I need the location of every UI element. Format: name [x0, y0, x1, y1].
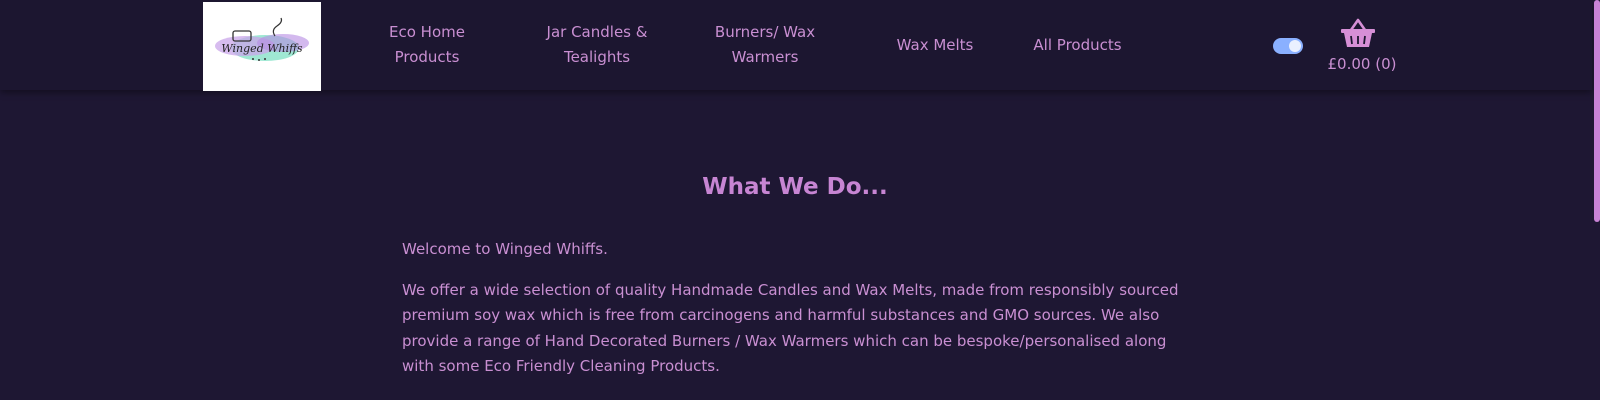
scrollbar-thumb[interactable]: [1594, 0, 1600, 222]
logo-artwork: Winged Whiffs: [215, 17, 309, 61]
nav-label: Wax Melts: [896, 35, 974, 54]
page-title: What We Do...: [702, 174, 888, 200]
nav-label: Eco Home Products: [389, 23, 465, 66]
nav-label: Burners/ Wax Warmers: [714, 23, 816, 66]
basket-icon: [1341, 18, 1375, 47]
site-logo[interactable]: Winged Whiffs: [203, 2, 321, 91]
cart-total: £0.00 (0): [1327, 55, 1397, 73]
nav-label: Jar Candles & Tealights: [546, 23, 648, 66]
nav-jar-candles-tealights[interactable]: Jar Candles & Tealights: [532, 0, 662, 90]
main-content: Welcome to Winged Whiffs. We offer a wid…: [402, 237, 1192, 395]
site-header: Winged Whiffs Eco Home Products Jar Cand…: [0, 0, 1592, 91]
nav-burners-wax-warmers[interactable]: Burners/ Wax Warmers: [706, 0, 824, 90]
toggle-knob: [1289, 40, 1301, 52]
description-paragraph: We offer a wide selection of quality Han…: [402, 280, 1179, 376]
theme-toggle[interactable]: [1273, 38, 1303, 54]
nav-wax-melts[interactable]: Wax Melts: [880, 0, 990, 90]
welcome-paragraph: Welcome to Winged Whiffs.: [402, 240, 608, 258]
nav-all-products[interactable]: All Products: [1025, 0, 1130, 90]
nav-eco-home-products[interactable]: Eco Home Products: [372, 0, 482, 90]
nav-label: All Products: [1033, 35, 1122, 54]
cart-button[interactable]: £0.00 (0): [1322, 16, 1402, 76]
logo-text: Winged Whiffs: [221, 42, 303, 55]
